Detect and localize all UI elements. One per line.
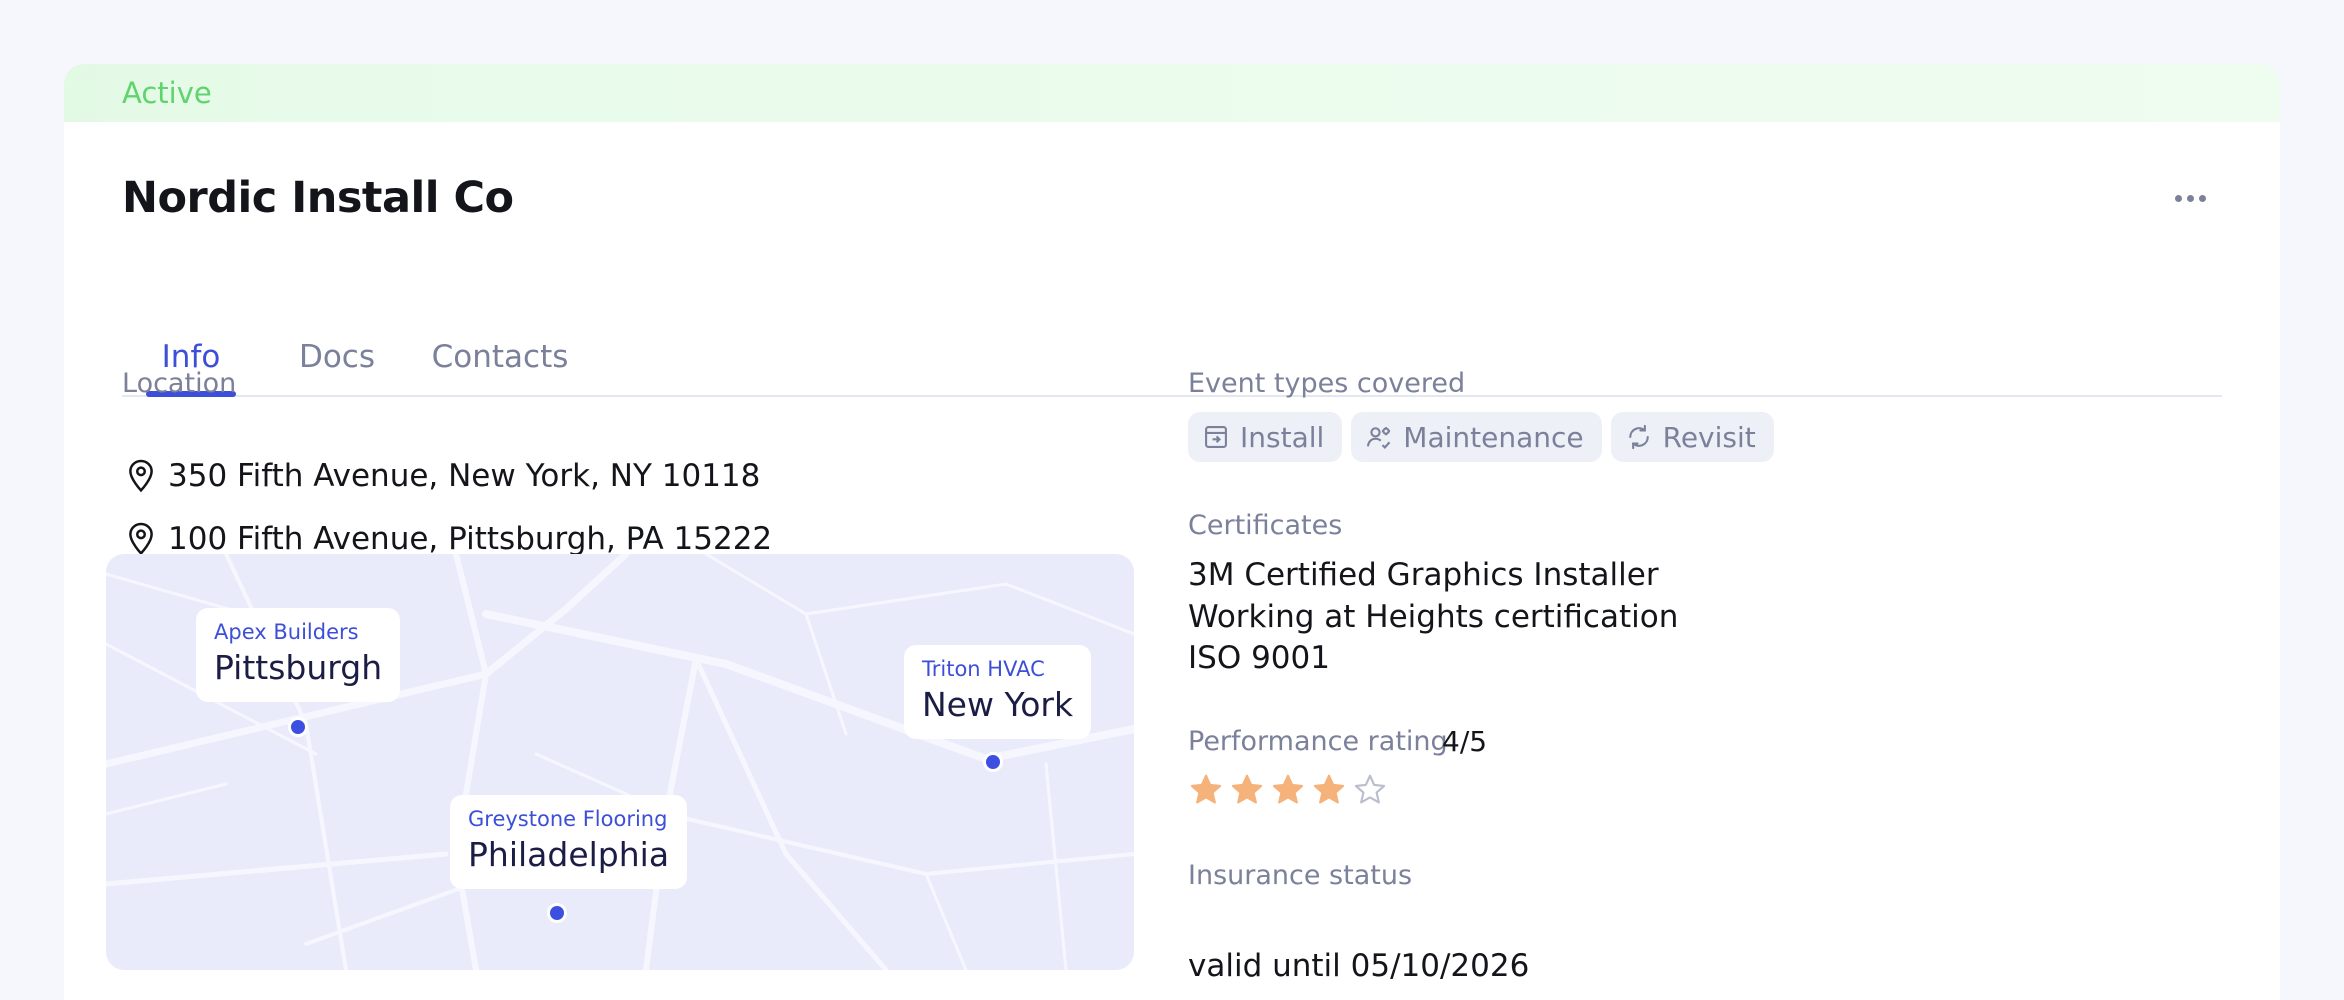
certificates-label: Certificates	[1188, 510, 1343, 541]
certificate-item: Working at Heights certification	[1188, 599, 1679, 635]
map-marker-label[interactable]: Greystone Flooring Philadelphia	[450, 795, 688, 889]
star-icon	[1354, 774, 1386, 804]
star-icon	[1272, 774, 1304, 804]
performance-rating-value: 4/5	[1442, 725, 1488, 758]
insurance-status-value: valid until 05/10/2026	[1188, 948, 1530, 984]
more-options-icon	[2174, 194, 2182, 202]
install-icon	[1205, 426, 1227, 448]
event-type-label: Install	[1240, 420, 1325, 454]
tab-bar: Info Docs Contacts	[122, 319, 2222, 397]
location-pin-icon	[129, 522, 153, 556]
certificate-item: 3M Certified Graphics Installer	[1188, 557, 1659, 593]
event-types-label: Event types covered	[1188, 368, 1466, 399]
performance-rating-label: Performance rating	[1188, 726, 1448, 757]
location-label: Location	[122, 368, 237, 399]
map-marker-company: Triton HVAC	[922, 657, 1045, 681]
location-pin-icon	[129, 459, 153, 493]
vendor-card: Active Nordic Install Co Info Docs Conta…	[64, 64, 2280, 1000]
map-marker-city: Philadelphia	[468, 835, 670, 874]
location-map[interactable]: Apex Builders Pittsburgh Triton HVAC New…	[106, 554, 1134, 970]
map-marker-company: Apex Builders	[214, 620, 359, 644]
event-type-chip-install[interactable]: Install	[1188, 412, 1343, 462]
revisit-icon	[1628, 424, 1649, 450]
star-icon	[1231, 774, 1263, 804]
insurance-status-label: Insurance status	[1188, 860, 1413, 891]
status-label: Active	[122, 76, 212, 110]
event-type-chip-maintenance[interactable]: Maintenance	[1351, 412, 1602, 462]
map-marker-dot[interactable]	[288, 717, 308, 737]
star-icon	[1313, 774, 1345, 804]
event-type-chip-revisit[interactable]: Revisit	[1610, 412, 1774, 462]
certificate-item: ISO 9001	[1188, 640, 1330, 676]
map-marker-label[interactable]: Apex Builders Pittsburgh	[196, 608, 401, 702]
star-rating	[1188, 772, 1388, 808]
tab-docs[interactable]: Docs	[282, 319, 392, 395]
map-marker-dot[interactable]	[983, 752, 1003, 772]
map-marker-label[interactable]: Triton HVAC New York	[904, 645, 1092, 739]
more-options-icon-dot	[2198, 194, 2206, 202]
map-marker-city: New York	[922, 685, 1074, 724]
map-marker-city: Pittsburgh	[214, 648, 383, 687]
map-marker-dot[interactable]	[547, 903, 567, 923]
more-options-icon-dot	[2186, 194, 2194, 202]
tab-contacts[interactable]: Contacts	[410, 319, 590, 395]
status-bar: Active	[64, 64, 2280, 122]
event-type-label: Revisit	[1662, 420, 1756, 454]
event-types-list: Install Maintenance Revisit	[1188, 412, 1774, 462]
event-type-label: Maintenance	[1403, 420, 1584, 454]
address-row: 350 Fifth Avenue, New York, NY 10118	[126, 454, 760, 498]
address-text: 350 Fifth Avenue, New York, NY 10118	[168, 458, 761, 494]
star-icon	[1190, 774, 1222, 804]
more-options-button[interactable]	[2166, 182, 2214, 214]
vendor-name: Nordic Install Co	[122, 173, 514, 223]
map-marker-company: Greystone Flooring	[468, 807, 668, 831]
maintenance-icon	[1367, 427, 1391, 450]
